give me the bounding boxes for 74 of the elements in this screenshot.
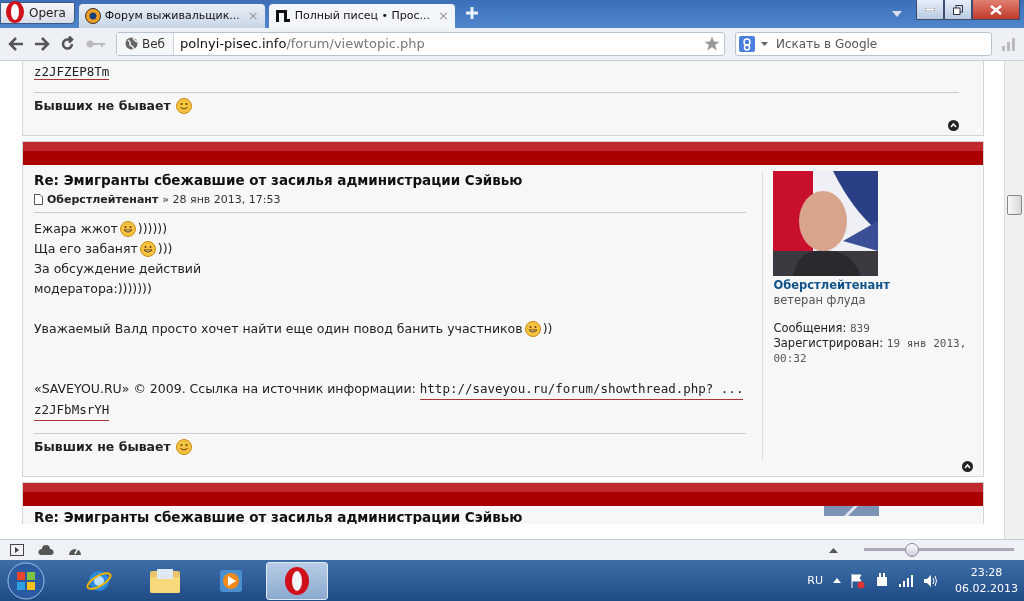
post-text: Уважаемый Валд просто хочет найти еще один повод банить участников	[34, 319, 523, 338]
post-text: За обсуждение действий	[34, 259, 202, 278]
folder-icon[interactable]	[149, 566, 181, 595]
speaker-icon[interactable]	[923, 573, 939, 588]
minimize-icon	[925, 8, 935, 11]
power-plug-icon[interactable]	[875, 572, 889, 589]
star-icon[interactable]	[704, 36, 720, 52]
registration-info: Зарегистрирован: 19 янв 2013, 00:32	[773, 335, 968, 366]
minimize-button[interactable]	[916, 0, 944, 20]
source-text: «SAVEYOU.RU» © 2009. Ссылка на источник информации:	[34, 380, 416, 399]
flag-icon[interactable]	[851, 572, 865, 589]
post-text: модератора:)))))))	[34, 279, 152, 298]
signature: Бывших не бывает	[34, 439, 171, 455]
zoom-slider-thumb[interactable]	[904, 543, 919, 558]
post-text: Ща его забанят	[34, 239, 138, 258]
dropdown-icon[interactable]	[761, 41, 768, 46]
back-to-top-icon[interactable]	[948, 119, 959, 131]
triangle-up-icon[interactable]	[829, 547, 838, 553]
signature: Бывших не бывает	[34, 98, 171, 114]
post-text: Ежара жжот	[34, 219, 118, 238]
close-icon	[990, 4, 1002, 15]
smiley-icon	[175, 97, 192, 114]
signal-bars-icon[interactable]	[899, 574, 913, 587]
post-title: Re: Эмигранты сбежавшие от засилья администрации Сэйвью	[34, 507, 523, 524]
profile-name[interactable]: Оберстлейтенант	[773, 277, 983, 293]
posts-count-info: Сообщения: 839	[773, 320, 871, 336]
browser-tab[interactable]: Форум выживальщик... ×	[78, 3, 265, 28]
source-link[interactable]: http://saveyou.ru/forum/showthread.php? ...	[419, 378, 744, 400]
url-path: /forum/viewtopic.php	[286, 36, 426, 52]
triangle-up-icon[interactable]	[833, 578, 841, 584]
back-to-top-icon[interactable]	[962, 460, 973, 472]
post-icon[interactable]	[34, 193, 43, 205]
profile-rank: ветеран флуда	[773, 292, 867, 308]
taskbar-app[interactable]	[266, 561, 328, 600]
favicon-icon	[274, 7, 291, 24]
source-link[interactable]: z2JFbMsrYH	[34, 399, 110, 421]
cloud-icon[interactable]	[38, 545, 54, 556]
post-title: Re: Эмигранты сбежавшие от засилья администрации Сэйвью	[34, 170, 524, 189]
post-text: )))	[157, 239, 173, 258]
globe-icon	[125, 37, 138, 51]
post-text: ))	[542, 319, 553, 338]
smiley-icon	[139, 240, 156, 257]
scheme-label: Веб	[142, 36, 165, 51]
opera-icon[interactable]	[284, 565, 310, 596]
search-engine-icon[interactable]	[739, 35, 755, 52]
post-author[interactable]: Оберстлейтенант	[47, 192, 159, 206]
favicon-icon	[84, 7, 101, 24]
clock-time[interactable]: 23:28	[970, 566, 1003, 580]
panel-toggle-icon[interactable]	[10, 544, 24, 557]
smiley-icon	[524, 320, 541, 337]
back-icon[interactable]	[8, 36, 24, 51]
post-text: ))))))	[137, 219, 168, 238]
address-field[interactable]: Веб polnyi-pisec.info/forum/viewtopic.php	[116, 31, 725, 56]
tab-list-icon[interactable]	[892, 11, 902, 17]
search-field[interactable]: Искать в Google	[735, 31, 992, 56]
signal-bars-icon	[1002, 36, 1016, 51]
smiley-icon	[175, 438, 192, 455]
scrollbar[interactable]	[1004, 60, 1024, 540]
clock-date[interactable]: 06.02.2013	[955, 582, 1018, 596]
post-date: » 28 янв 2013, 17:53	[162, 192, 281, 206]
url-host: polnyi-pisec.info	[179, 36, 287, 52]
opera-logo-icon	[5, 0, 25, 23]
start-button[interactable]	[6, 561, 46, 600]
new-tab-icon[interactable]	[464, 5, 479, 20]
forward-icon[interactable]	[34, 36, 50, 51]
browser-tab[interactable]: Полный писец • Прос... ×	[268, 3, 455, 28]
restore-button[interactable]	[944, 0, 972, 20]
reload-icon[interactable]	[60, 35, 76, 52]
source-link[interactable]: z2JFZEP8Tm	[34, 63, 110, 80]
smiley-icon	[119, 220, 136, 237]
opera-menu-button[interactable]: Opera	[0, 1, 75, 24]
close-button[interactable]	[972, 0, 1020, 20]
language-indicator[interactable]: RU	[807, 574, 823, 588]
restore-icon	[953, 4, 963, 15]
